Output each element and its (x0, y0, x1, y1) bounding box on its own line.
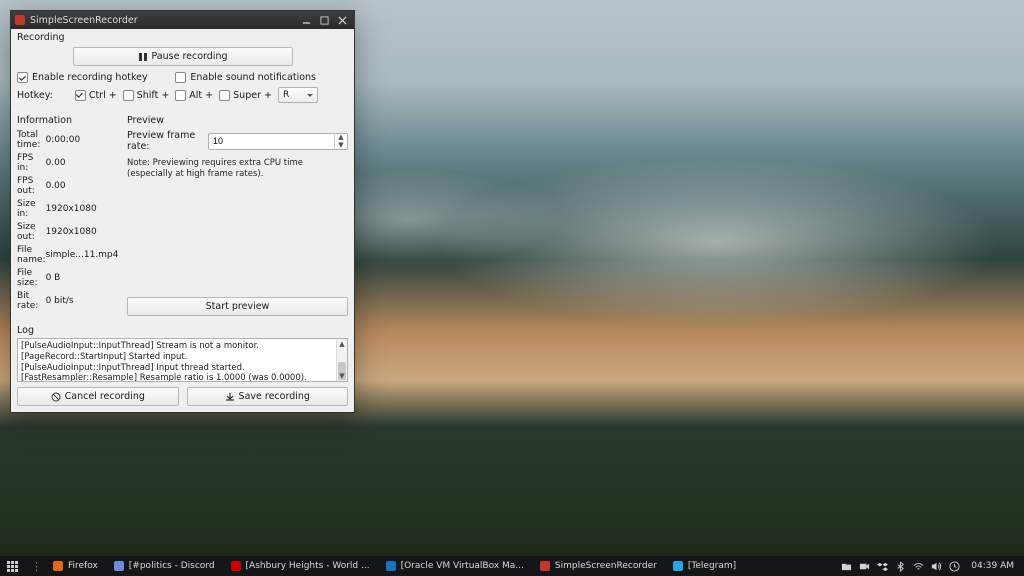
hotkey-label: Hotkey: (17, 90, 53, 101)
start-preview-button[interactable]: Start preview (127, 297, 348, 316)
cancel-icon (51, 392, 61, 402)
scroll-up-icon[interactable]: ▲ (337, 339, 347, 349)
super-checkbox[interactable] (219, 90, 230, 101)
alt-checkbox[interactable] (175, 90, 186, 101)
maximize-icon[interactable] (316, 14, 332, 26)
pause-label: Pause recording (152, 51, 228, 62)
preview-framerate-label: Preview frame rate: (127, 130, 202, 152)
pause-recording-button[interactable]: Pause recording (73, 47, 293, 66)
telegram-icon (673, 561, 683, 571)
taskbar-item-ssr[interactable]: SimpleScreenRecorder (532, 556, 665, 576)
taskbar-item-virtualbox[interactable]: [Oracle VM VirtualBox Ma... (378, 556, 532, 576)
youtube-icon (231, 561, 241, 571)
hotkey-key-combo[interactable]: R (278, 87, 318, 103)
bluetooth-icon[interactable] (895, 561, 906, 572)
close-icon[interactable] (334, 14, 350, 26)
info-table: Total time:0:00:00 FPS in:0.00 FPS out:0… (17, 128, 118, 312)
camera-icon[interactable] (859, 561, 870, 572)
taskbar-item-discord[interactable]: [#politics - Discord (106, 556, 223, 576)
ssr-window: SimpleScreenRecorder Recording Pause rec… (10, 10, 355, 413)
enable-hotkey-checkbox[interactable] (17, 72, 28, 83)
titlebar[interactable]: SimpleScreenRecorder (11, 11, 354, 29)
window-title: SimpleScreenRecorder (30, 15, 296, 26)
taskbar-item-youtube[interactable]: [Ashbury Heights - World ... (223, 556, 378, 576)
taskbar-item-telegram[interactable]: [Telegram] (665, 556, 744, 576)
firefox-icon (53, 561, 63, 571)
taskbar: ⋮ Firefox [#politics - Discord [Ashbury … (0, 556, 1024, 576)
shift-checkbox[interactable] (123, 90, 134, 101)
app-icon (15, 15, 25, 25)
discord-icon (114, 561, 124, 571)
ssr-icon (540, 561, 550, 571)
cancel-recording-button[interactable]: Cancel recording (17, 387, 179, 406)
separator-icon: ⋮ (28, 560, 45, 573)
minimize-icon[interactable] (298, 14, 314, 26)
enable-sound-checkbox[interactable] (175, 72, 186, 83)
save-icon (225, 392, 235, 402)
scroll-down-icon[interactable]: ▼ (337, 371, 347, 381)
volume-icon[interactable] (931, 561, 942, 572)
preview-framerate-input[interactable]: ▲ ▼ (208, 133, 348, 150)
folder-icon[interactable] (841, 561, 852, 572)
log-label: Log (11, 322, 354, 338)
app-launcher-icon[interactable] (4, 558, 20, 574)
pause-icon (138, 52, 148, 62)
spin-up-icon[interactable]: ▲ (335, 133, 347, 141)
taskbar-item-firefox[interactable]: Firefox (45, 556, 106, 576)
updates-icon[interactable] (949, 561, 960, 572)
clock[interactable]: 04:39 AM (967, 561, 1014, 571)
preview-label: Preview (127, 112, 348, 128)
spin-down-icon[interactable]: ▼ (335, 141, 347, 149)
system-tray: 04:39 AM (841, 561, 1020, 572)
wifi-icon[interactable] (913, 561, 924, 572)
preview-note: Note: Previewing requires extra CPU time… (127, 158, 348, 179)
save-recording-button[interactable]: Save recording (187, 387, 349, 406)
enable-sound-label: Enable sound notifications (190, 72, 316, 83)
dropbox-icon[interactable] (877, 561, 888, 572)
log-scrollbar[interactable]: ▲ ▼ (336, 339, 347, 381)
ctrl-checkbox[interactable] (75, 90, 86, 101)
log-textarea[interactable]: [PulseAudioInput::InputThread] Stream is… (17, 338, 348, 382)
recording-section-label: Recording (11, 29, 354, 45)
information-label: Information (17, 112, 115, 128)
virtualbox-icon (386, 561, 396, 571)
enable-hotkey-label: Enable recording hotkey (32, 72, 148, 83)
